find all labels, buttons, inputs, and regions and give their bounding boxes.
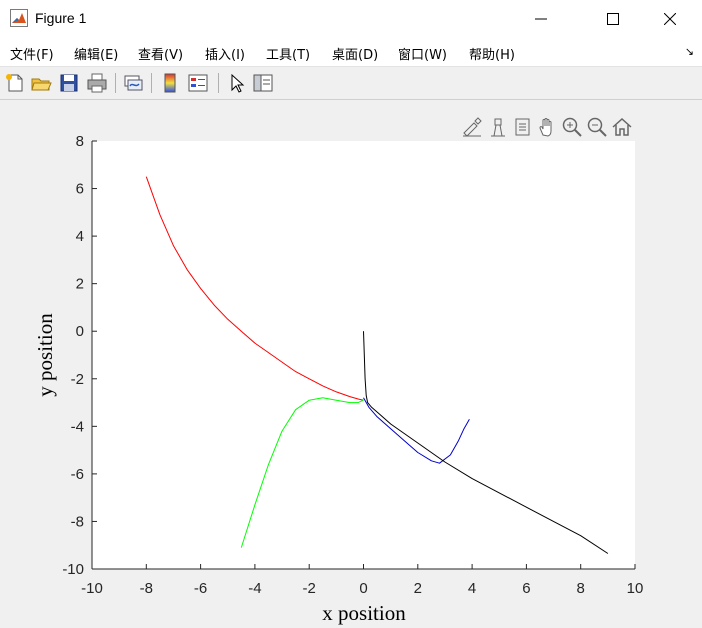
maximize-icon <box>607 13 619 25</box>
menu-insert[interactable]: 插入(I) <box>205 44 245 63</box>
toolbar-separator <box>218 73 219 93</box>
colorbar-icon[interactable] <box>159 72 181 94</box>
open-file-icon[interactable] <box>30 72 52 94</box>
menu-edit[interactable]: 编辑(E) <box>74 44 118 63</box>
title-bar: Figure 1 <box>0 0 702 38</box>
save-icon[interactable] <box>58 72 80 94</box>
link-plot-icon[interactable] <box>122 72 144 94</box>
window-title: Figure 1 <box>35 10 87 26</box>
menu-view[interactable]: 查看(V) <box>138 44 183 63</box>
figure-canvas <box>0 100 702 628</box>
pan-icon[interactable] <box>536 116 558 138</box>
toolbar-separator <box>151 73 152 93</box>
minimize-button[interactable] <box>518 0 564 38</box>
menu-file[interactable]: 文件(F) <box>10 44 54 63</box>
maximize-button[interactable] <box>590 0 636 38</box>
menu-bar: 文件(F) 编辑(E) 查看(V) 插入(I) 工具(T) 桌面(D) 窗口(W… <box>0 38 702 67</box>
figure-toolbar <box>0 67 702 100</box>
legend-icon[interactable] <box>187 72 209 94</box>
toolbar-separator <box>115 73 116 93</box>
zoom-in-icon[interactable] <box>561 116 583 138</box>
zoom-out-icon[interactable] <box>586 116 608 138</box>
home-icon[interactable] <box>611 116 633 138</box>
close-button[interactable] <box>647 0 693 38</box>
dock-arrow-icon[interactable]: ↘ <box>685 45 694 58</box>
menu-window[interactable]: 窗口(W) <box>398 44 447 63</box>
minimize-icon <box>535 18 547 20</box>
menu-desktop[interactable]: 桌面(D) <box>332 44 378 63</box>
property-inspector-icon[interactable] <box>252 72 274 94</box>
matlab-logo-icon <box>10 9 28 27</box>
new-figure-icon[interactable] <box>4 72 26 94</box>
brush-icon[interactable] <box>461 116 483 138</box>
rotate-icon[interactable] <box>511 116 533 138</box>
print-icon[interactable] <box>86 72 108 94</box>
pointer-icon[interactable] <box>226 72 248 94</box>
menu-tools[interactable]: 工具(T) <box>266 44 310 63</box>
data-tips-icon[interactable] <box>487 116 509 138</box>
close-icon <box>664 13 676 25</box>
menu-help[interactable]: 帮助(H) <box>469 44 515 63</box>
